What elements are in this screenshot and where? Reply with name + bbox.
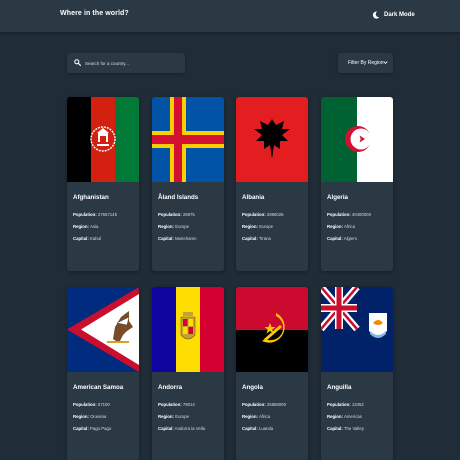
flag-american-samoa [67, 287, 139, 372]
country-card-afghanistan[interactable]: Afghanistan Population: 27657145 Region:… [67, 97, 139, 271]
country-card-algeria[interactable]: Algeria Population: 40400000 Region: Afr… [321, 97, 393, 271]
country-card-angola[interactable]: Angola Population: 25868000 Region: Afri… [236, 287, 308, 460]
flag-andorra [152, 287, 224, 372]
region-filter-label: Filter By Region [348, 60, 384, 66]
population-row: Population: 40400000 [327, 212, 371, 217]
country-card-anguilla[interactable]: Anguilla Population: 13452 Region: Ameri… [321, 287, 393, 460]
country-name: Angola [242, 384, 263, 391]
country-name: Albania [242, 194, 265, 201]
region-row: Region: Africa [242, 414, 270, 419]
region-row: Region: Europe [242, 224, 274, 229]
region-row: Region: Europe [158, 414, 190, 419]
region-filter-dropdown[interactable]: Filter By Region [338, 53, 393, 73]
app-header: Where in the world? Dark Mode [0, 0, 460, 32]
search-box [67, 53, 185, 73]
search-input[interactable] [85, 56, 181, 70]
region-row: Region: Americas [327, 414, 362, 419]
dark-mode-toggle[interactable]: Dark Mode [372, 9, 415, 21]
flag-anguilla [321, 287, 393, 372]
capital-row: Capital: The Valley [327, 426, 364, 431]
dark-mode-label: Dark Mode [384, 12, 415, 18]
capital-row: Capital: Algiers [327, 236, 357, 241]
population-row: Population: 27657145 [73, 212, 117, 217]
flag-albania [236, 97, 308, 182]
country-name: American Samoa [73, 384, 124, 391]
country-name: Afghanistan [73, 194, 109, 201]
search-icon [74, 59, 81, 66]
population-row: Population: 57100 [73, 402, 110, 407]
country-name: Algeria [327, 194, 348, 201]
flag-afghanistan [67, 97, 139, 182]
moon-icon [372, 11, 380, 19]
country-card-albania[interactable]: Albania Population: 2886026 Region: Euro… [236, 97, 308, 271]
flag-algeria [321, 97, 393, 182]
flag-aland-islands [152, 97, 224, 182]
region-row: Region: Asia [73, 224, 99, 229]
capital-row: Capital: Mariehamn [158, 236, 197, 241]
capital-row: Capital: Tirana [242, 236, 271, 241]
population-row: Population: 28875 [158, 212, 195, 217]
population-row: Population: 25868000 [242, 402, 286, 407]
population-row: Population: 78014 [158, 402, 195, 407]
app-title: Where in the world? [60, 10, 129, 17]
country-name: Åland Islands [158, 194, 199, 201]
country-card-andorra[interactable]: Andorra Population: 78014 Region: Europe… [152, 287, 224, 460]
capital-row: Capital: Luanda [242, 426, 274, 431]
region-row: Region: Europe [158, 224, 190, 229]
capital-row: Capital: Andorra la Vella [158, 426, 206, 431]
population-row: Population: 2886026 [242, 212, 284, 217]
country-card-american-samoa[interactable]: American Samoa Population: 57100 Region:… [67, 287, 139, 460]
region-row: Region: Africa [327, 224, 355, 229]
region-row: Region: Oceania [73, 414, 107, 419]
capital-row: Capital: Kabul [73, 236, 101, 241]
chevron-down-icon [383, 61, 388, 64]
capital-row: Capital: Pago Pago [73, 426, 112, 431]
country-card-aland-islands[interactable]: Åland Islands Population: 28875 Region: … [152, 97, 224, 271]
country-name: Anguilla [327, 384, 352, 391]
flag-angola [236, 287, 308, 372]
country-name: Andorra [158, 384, 183, 391]
population-row: Population: 13452 [327, 402, 364, 407]
